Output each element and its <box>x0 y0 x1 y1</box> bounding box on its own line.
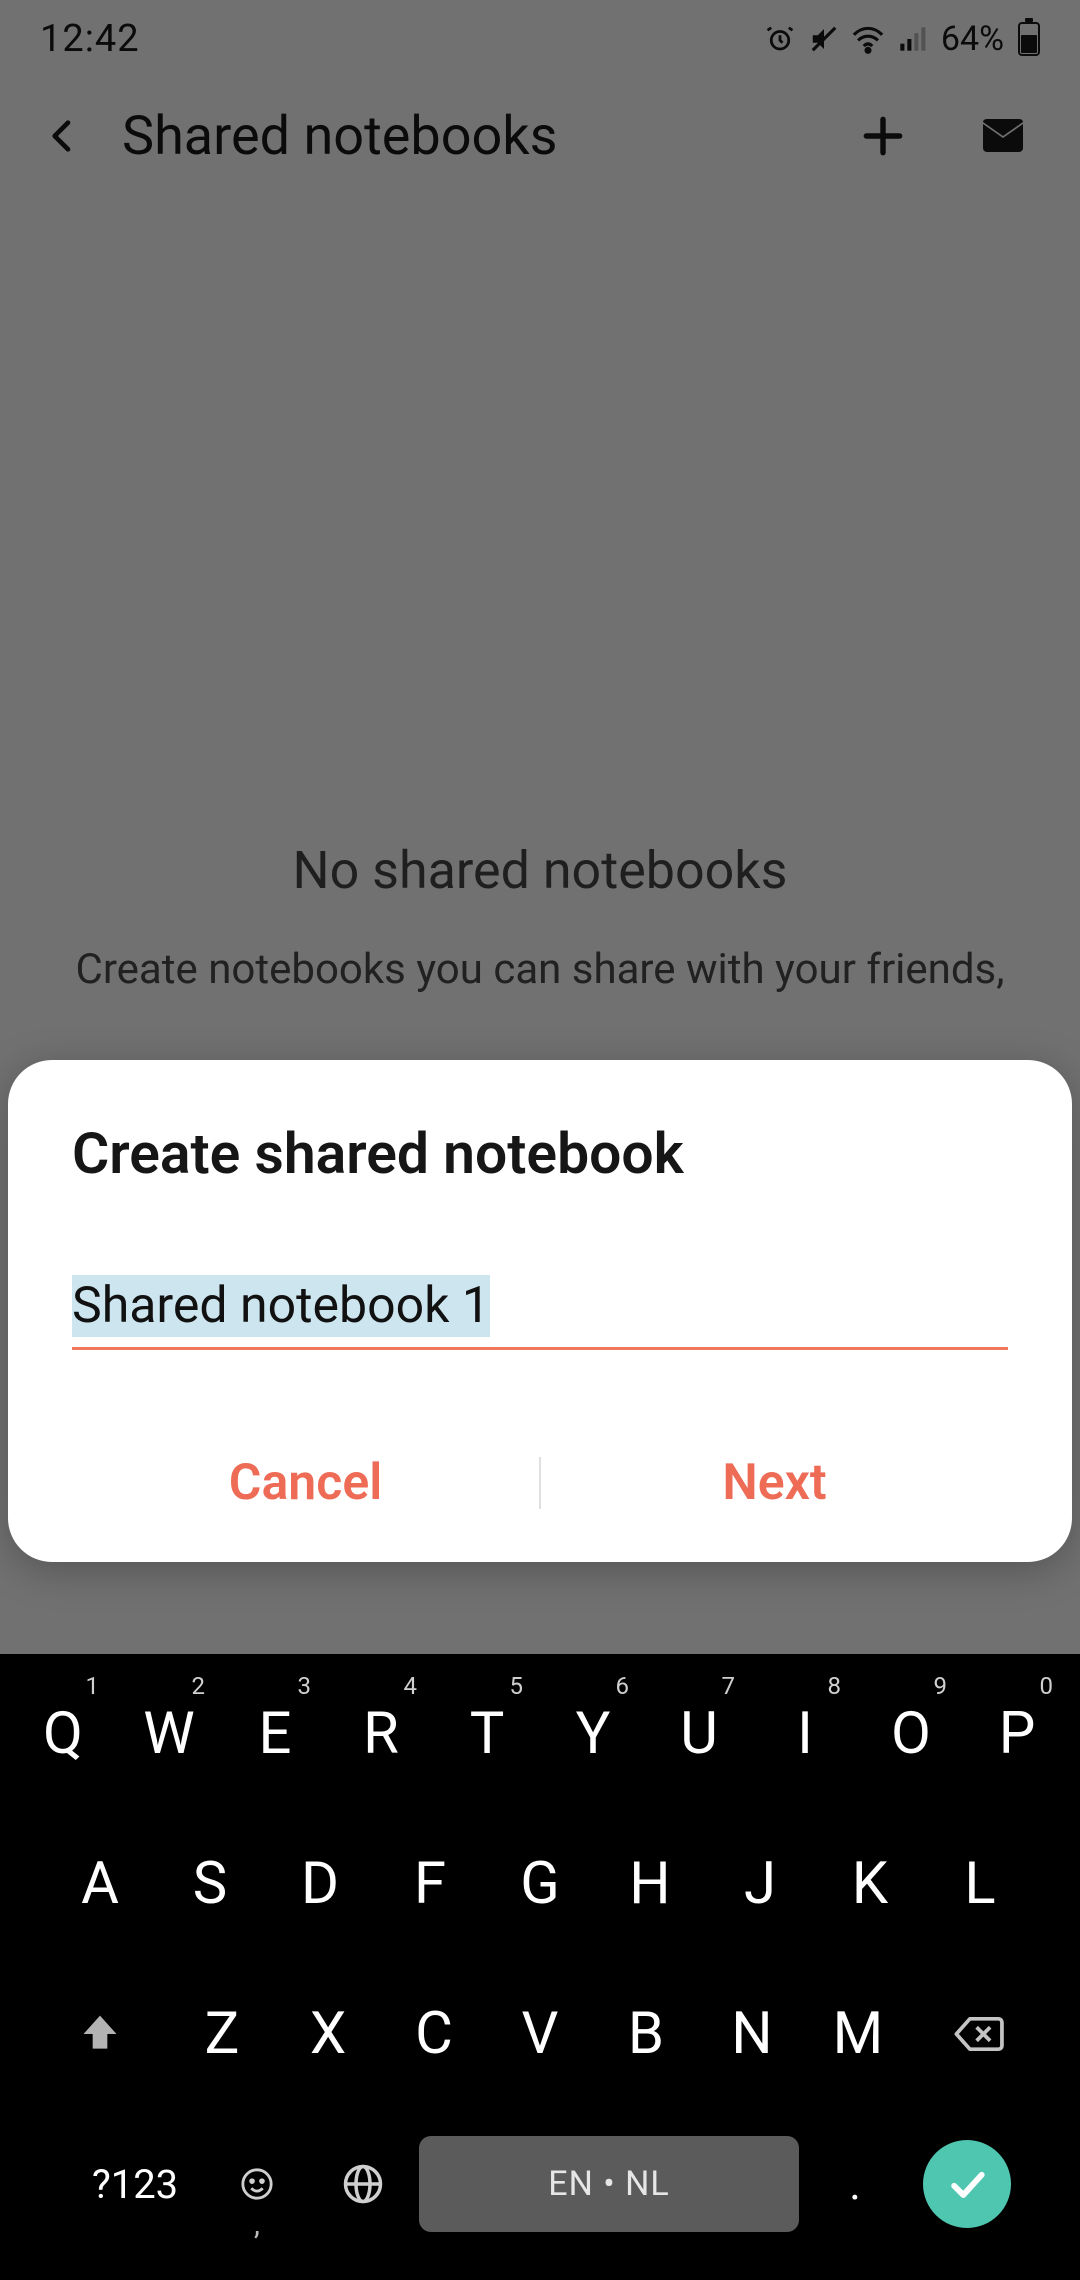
next-button[interactable]: Next <box>541 1440 1008 1526</box>
dialog-actions: Cancel Next <box>72 1440 1008 1526</box>
soft-keyboard: Q1W2E3R4T5Y6U7I8O9P0 ASDFGHJKL ZXCVBNM ?… <box>0 1654 1080 2280</box>
key-c[interactable]: C <box>384 1966 484 2102</box>
backspace-key[interactable] <box>914 1966 1046 2102</box>
dialog-title: Create shared notebook <box>72 1120 1008 1187</box>
key-a[interactable]: A <box>48 1816 152 1952</box>
key-n[interactable]: N <box>702 1966 802 2102</box>
create-notebook-dialog: Create shared notebook Shared notebook 1… <box>8 1060 1072 1562</box>
key-o[interactable]: O9 <box>861 1666 961 1802</box>
key-k[interactable]: K <box>818 1816 922 1952</box>
key-v[interactable]: V <box>490 1966 590 2102</box>
notebook-name-field-wrap: Shared notebook 1 <box>72 1275 1008 1350</box>
key-h[interactable]: H <box>598 1816 702 1952</box>
key-e[interactable]: E3 <box>225 1666 325 1802</box>
key-z[interactable]: Z <box>172 1966 272 2102</box>
space-key[interactable]: EN • NL <box>419 2136 799 2232</box>
key-g[interactable]: G <box>488 1816 592 1952</box>
keyboard-row-3-letters: ZXCVBNM <box>172 1966 908 2102</box>
enter-key[interactable] <box>923 2140 1011 2228</box>
key-y[interactable]: Y6 <box>543 1666 643 1802</box>
keyboard-row-4: ?123 , EN • NL . <box>4 2116 1076 2252</box>
key-q[interactable]: Q1 <box>13 1666 113 1802</box>
key-t[interactable]: T5 <box>437 1666 537 1802</box>
key-w[interactable]: W2 <box>119 1666 219 1802</box>
app-screen: 12:42 64% Shared notebooks <box>0 0 1080 2280</box>
comma-hint: , <box>254 2207 260 2242</box>
key-f[interactable]: F <box>378 1816 482 1952</box>
period-key[interactable]: . <box>805 2116 905 2252</box>
key-p[interactable]: P0 <box>967 1666 1067 1802</box>
key-l[interactable]: L <box>928 1816 1032 1952</box>
key-i[interactable]: I8 <box>755 1666 855 1802</box>
keyboard-row-2: ASDFGHJKL <box>4 1816 1076 1952</box>
key-m[interactable]: M <box>808 1966 908 2102</box>
key-d[interactable]: D <box>268 1816 372 1952</box>
key-s[interactable]: S <box>158 1816 262 1952</box>
notebook-name-input[interactable]: Shared notebook 1 <box>72 1275 490 1337</box>
symbols-key[interactable]: ?123 <box>69 2116 201 2252</box>
key-u[interactable]: U7 <box>649 1666 749 1802</box>
key-x[interactable]: X <box>278 1966 378 2102</box>
key-j[interactable]: J <box>708 1816 812 1952</box>
emoji-key[interactable]: , <box>207 2116 307 2252</box>
keyboard-row-3: ZXCVBNM <box>4 1966 1076 2102</box>
shift-key[interactable] <box>34 1966 166 2102</box>
keyboard-row-1: Q1W2E3R4T5Y6U7I8O9P0 <box>4 1666 1076 1802</box>
key-r[interactable]: R4 <box>331 1666 431 1802</box>
language-key[interactable] <box>313 2116 413 2252</box>
key-b[interactable]: B <box>596 1966 696 2102</box>
cancel-button[interactable]: Cancel <box>72 1440 539 1526</box>
